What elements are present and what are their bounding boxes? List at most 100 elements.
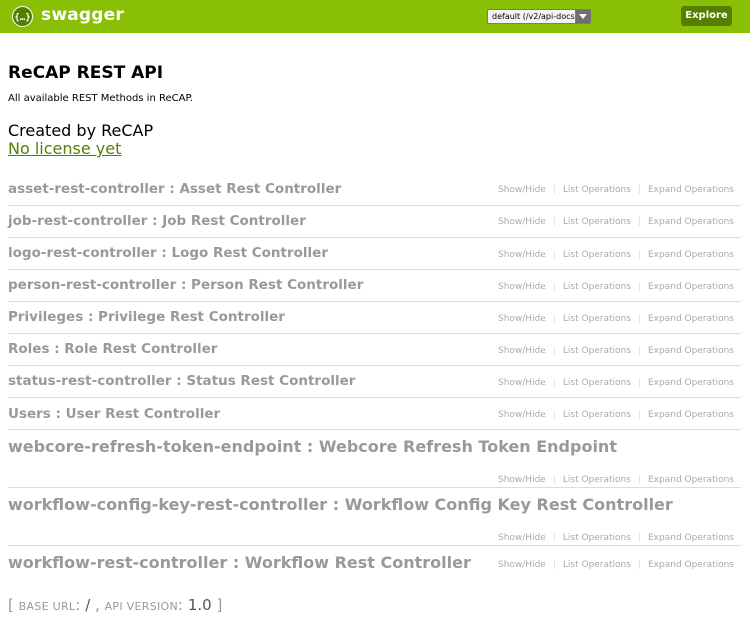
list-operations-link[interactable]: List Operations bbox=[563, 346, 631, 356]
separator: | bbox=[637, 217, 641, 227]
expand-operations-link[interactable]: Expand Operations bbox=[648, 560, 734, 570]
separator: | bbox=[637, 346, 641, 356]
resource-row: logo-rest-controller : Logo Rest Control… bbox=[8, 238, 741, 270]
separator: | bbox=[552, 346, 556, 356]
resource-operations: Show/Hide | List Operations | Expand Operati… bbox=[498, 185, 734, 195]
expand-operations-link[interactable]: Expand Operations bbox=[648, 185, 734, 195]
show-hide-link[interactable]: Show/Hide bbox=[498, 250, 546, 260]
resource-operations: Show/Hide | List Operations | Expand Operati… bbox=[498, 250, 734, 260]
separator: | bbox=[552, 217, 556, 227]
license-link[interactable]: No license yet bbox=[8, 139, 121, 158]
expand-operations-link[interactable]: Expand Operations bbox=[648, 282, 734, 292]
resource-row: Roles : Role Rest Controller Show/Hide | Li… bbox=[8, 334, 741, 366]
resource-operations: Show/Hide | List Operations | Expand Operati… bbox=[498, 282, 734, 292]
separator: | bbox=[552, 282, 556, 292]
separator: | bbox=[552, 314, 556, 324]
resource-name-link[interactable]: Privileges : Privilege Rest Controller bbox=[8, 309, 285, 325]
show-hide-link[interactable]: Show/Hide bbox=[498, 314, 546, 324]
expand-operations-link[interactable]: Expand Operations bbox=[648, 475, 734, 485]
base-url-value: / bbox=[85, 596, 91, 614]
separator: | bbox=[552, 378, 556, 388]
resource-row: status-rest-controller : Status Rest Con… bbox=[8, 366, 741, 398]
separator: | bbox=[637, 282, 641, 292]
api-title: ReCAP REST API bbox=[8, 63, 164, 83]
expand-operations-link[interactable]: Expand Operations bbox=[648, 533, 734, 543]
expand-operations-link[interactable]: Expand Operations bbox=[648, 346, 734, 356]
expand-operations-link[interactable]: Expand Operations bbox=[648, 378, 734, 388]
expand-operations-link[interactable]: Expand Operations bbox=[648, 314, 734, 324]
resource-operations: Show/Hide | List Operations | Expand Operati… bbox=[498, 410, 734, 420]
list-operations-link[interactable]: List Operations bbox=[563, 560, 631, 570]
expand-operations-link[interactable]: Expand Operations bbox=[648, 410, 734, 420]
separator: | bbox=[637, 314, 641, 324]
resource-operations: Show/Hide | List Operations | Expand Operati… bbox=[498, 560, 734, 570]
resource-row: webcore-refresh-token-endpoint : Webcore… bbox=[8, 430, 741, 488]
api-version-value: 1.0 bbox=[187, 596, 212, 614]
expand-operations-link[interactable]: Expand Operations bbox=[648, 217, 734, 227]
list-operations-link[interactable]: List Operations bbox=[563, 250, 631, 260]
list-operations-link[interactable]: List Operations bbox=[563, 533, 631, 543]
show-hide-link[interactable]: Show/Hide bbox=[498, 410, 546, 420]
resource-name-link[interactable]: Roles : Role Rest Controller bbox=[8, 341, 217, 357]
resource-name-link[interactable]: job-rest-controller : Job Rest Controlle… bbox=[8, 213, 306, 229]
show-hide-link[interactable]: Show/Hide bbox=[498, 346, 546, 356]
resource-operations: Show/Hide | List Operations | Expand Operati… bbox=[498, 217, 734, 227]
show-hide-link[interactable]: Show/Hide bbox=[498, 185, 546, 195]
list-operations-link[interactable]: List Operations bbox=[563, 282, 631, 292]
resource-name-link[interactable]: workflow-rest-controller : Workflow Rest… bbox=[8, 553, 471, 572]
list-operations-link[interactable]: List Operations bbox=[563, 314, 631, 324]
api-footer: [ BASE URL: / , API VERSION: 1.0 ] bbox=[8, 596, 223, 614]
resource-row: person-rest-controller : Person Rest Con… bbox=[8, 270, 741, 302]
separator: | bbox=[637, 185, 641, 195]
show-hide-link[interactable]: Show/Hide bbox=[498, 217, 546, 227]
list-operations-link[interactable]: List Operations bbox=[563, 475, 631, 485]
resource-operations: Show/Hide | List Operations | Expand Operati… bbox=[498, 533, 734, 543]
separator: | bbox=[552, 475, 556, 485]
resource-name-link[interactable]: status-rest-controller : Status Rest Con… bbox=[8, 373, 355, 389]
api-docs-select[interactable]: default (/v2/api-docs) bbox=[487, 9, 591, 24]
resource-row: asset-rest-controller : Asset Rest Contr… bbox=[8, 174, 741, 206]
show-hide-link[interactable]: Show/Hide bbox=[498, 282, 546, 292]
resource-row: workflow-rest-controller : Workflow Rest… bbox=[8, 546, 741, 578]
chevron-down-icon bbox=[575, 10, 590, 23]
resource-name-link[interactable]: workflow-config-key-rest-controller : Wo… bbox=[8, 495, 673, 514]
resource-operations: Show/Hide | List Operations | Expand Operati… bbox=[498, 378, 734, 388]
list-operations-link[interactable]: List Operations bbox=[563, 378, 631, 388]
show-hide-link[interactable]: Show/Hide bbox=[498, 533, 546, 543]
created-by: Created by ReCAP bbox=[8, 121, 154, 140]
footer-close-bracket: ] bbox=[216, 596, 223, 614]
swagger-logo-text[interactable]: swagger bbox=[41, 5, 124, 25]
separator: | bbox=[637, 533, 641, 543]
api-docs-select-value: default (/v2/api-docs) bbox=[492, 12, 576, 21]
api-description: All available REST Methods in ReCAP. bbox=[8, 93, 194, 104]
separator: | bbox=[552, 560, 556, 570]
swagger-header: {…} swagger default (/v2/api-docs) Explo… bbox=[0, 0, 750, 33]
resource-operations: Show/Hide | List Operations | Expand Operati… bbox=[498, 475, 734, 485]
api-version-label: API VERSION bbox=[104, 600, 179, 613]
separator: | bbox=[637, 410, 641, 420]
expand-operations-link[interactable]: Expand Operations bbox=[648, 250, 734, 260]
resource-name-link[interactable]: person-rest-controller : Person Rest Con… bbox=[8, 277, 363, 293]
separator: | bbox=[552, 533, 556, 543]
list-operations-link[interactable]: List Operations bbox=[563, 185, 631, 195]
show-hide-link[interactable]: Show/Hide bbox=[498, 378, 546, 388]
resource-name-link[interactable]: webcore-refresh-token-endpoint : Webcore… bbox=[8, 437, 617, 456]
resource-name-link[interactable]: logo-rest-controller : Logo Rest Control… bbox=[8, 245, 328, 261]
separator: | bbox=[552, 250, 556, 260]
resource-row: workflow-config-key-rest-controller : Wo… bbox=[8, 488, 741, 546]
separator: | bbox=[552, 185, 556, 195]
resource-row: Privileges : Privilege Rest Controller Sh… bbox=[8, 302, 741, 334]
base-url-label: BASE URL bbox=[18, 600, 76, 613]
resource-row: job-rest-controller : Job Rest Controlle… bbox=[8, 206, 741, 238]
svg-text:{…}: {…} bbox=[14, 13, 30, 23]
list-operations-link[interactable]: List Operations bbox=[563, 410, 631, 420]
show-hide-link[interactable]: Show/Hide bbox=[498, 475, 546, 485]
resource-operations: Show/Hide | List Operations | Expand Operati… bbox=[498, 314, 734, 324]
show-hide-link[interactable]: Show/Hide bbox=[498, 560, 546, 570]
resource-name-link[interactable]: asset-rest-controller : Asset Rest Contr… bbox=[8, 181, 341, 197]
swagger-logo-icon: {…} bbox=[12, 6, 33, 27]
separator: | bbox=[637, 378, 641, 388]
list-operations-link[interactable]: List Operations bbox=[563, 217, 631, 227]
explore-button[interactable]: Explore bbox=[681, 6, 732, 26]
resource-name-link[interactable]: Users : User Rest Controller bbox=[8, 406, 220, 422]
